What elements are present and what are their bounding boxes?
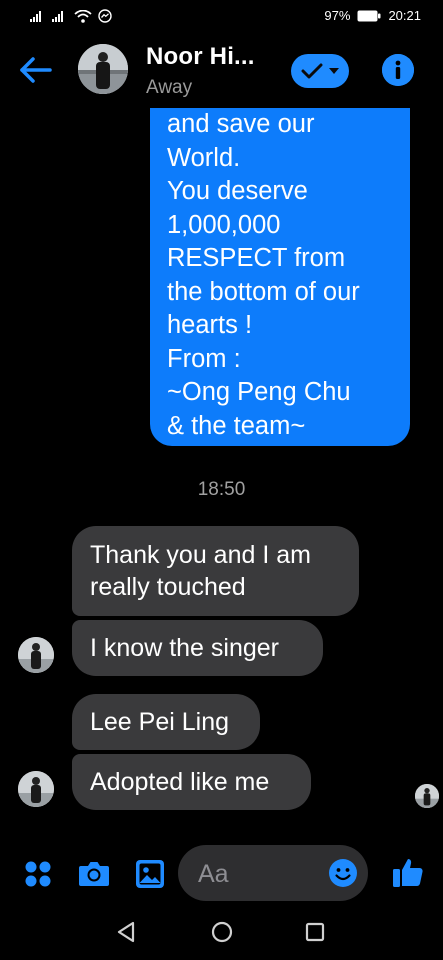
info-icon [382, 54, 414, 86]
messenger-notification-icon [98, 9, 112, 23]
system-navigation-bar [0, 906, 443, 960]
mark-done-button[interactable] [291, 54, 349, 88]
message-line: & the team~ [167, 411, 306, 440]
incoming-message-bubble[interactable]: I know the singer [72, 620, 323, 676]
incoming-message-bubble[interactable]: Thank you and I am really touched [72, 526, 359, 616]
message-line: 1,000,000 [167, 210, 281, 239]
wifi-icon [74, 9, 92, 23]
sender-avatar[interactable] [18, 771, 54, 807]
chevron-down-icon [329, 67, 339, 74]
message-composer [0, 842, 443, 906]
outgoing-message-bubble[interactable]: and save our World. You deserve 1,000,00… [150, 94, 410, 446]
chat-header: Noor Hi... Away [0, 34, 443, 108]
incoming-message-bubble[interactable]: Adopted like me [72, 754, 311, 810]
incoming-message-bubble[interactable]: Lee Pei Ling [72, 694, 260, 750]
back-button[interactable] [18, 56, 54, 84]
message-timestamp: 18:50 [197, 479, 246, 500]
battery-icon [357, 10, 381, 21]
apps-button[interactable] [24, 860, 52, 893]
message-line: Thank you and I am [90, 541, 311, 569]
message-input[interactable] [196, 857, 320, 891]
info-button[interactable] [382, 54, 414, 86]
clock: 20:21 [388, 8, 421, 23]
nav-back-button[interactable] [116, 921, 136, 948]
message-line: the bottom of our [167, 277, 360, 306]
status-bar: 97% 20:21 [0, 0, 443, 34]
emoji-icon [329, 859, 357, 887]
checkmark-icon [301, 63, 323, 79]
message-line: World. [167, 143, 241, 172]
message-line: Adopted like me [90, 768, 270, 796]
gallery-button[interactable] [135, 859, 165, 894]
like-button[interactable] [392, 856, 424, 893]
nav-recents-button[interactable] [305, 922, 325, 947]
contact-name[interactable]: Noor Hi... [146, 43, 255, 71]
square-recents-icon [305, 922, 325, 942]
status-right: 97% 20:21 [324, 8, 421, 23]
conversation[interactable]: and save our World. You deserve 1,000,00… [0, 94, 443, 828]
message-line: You deserve [167, 177, 308, 205]
message-line: and save our [167, 110, 315, 138]
presence-status: Away [146, 77, 193, 98]
like-icon [393, 859, 423, 887]
sender-avatar[interactable] [18, 637, 54, 673]
nav-home-button[interactable] [211, 921, 233, 948]
message-line: really touched [90, 573, 246, 601]
person-photo-icon [18, 637, 54, 673]
apps-icon [25, 861, 51, 887]
message-line: RESPECT from [167, 244, 346, 272]
back-arrow-icon [20, 57, 52, 83]
message-line: From : [167, 344, 241, 373]
message-input-field[interactable] [178, 845, 368, 901]
message-line: hearts ! [167, 311, 253, 339]
triangle-back-icon [117, 921, 135, 943]
status-left [30, 9, 112, 23]
signal-icon [30, 11, 41, 22]
contact-avatar[interactable] [78, 44, 128, 94]
message-line: I know the singer [90, 634, 279, 662]
seen-receipt-avatar [415, 784, 439, 808]
camera-button[interactable] [78, 859, 110, 892]
circle-home-icon [211, 921, 233, 943]
message-line: Lee Pei Ling [90, 708, 230, 736]
person-photo-icon [415, 784, 439, 808]
person-photo-icon [18, 771, 54, 807]
emoji-button[interactable] [328, 858, 358, 893]
signal-icon [52, 11, 63, 22]
camera-icon [79, 862, 109, 886]
battery-percent: 97% [324, 8, 351, 23]
message-line: ~Ong Peng Chu [167, 378, 351, 406]
person-photo-icon [78, 44, 128, 94]
gallery-icon [136, 860, 164, 888]
